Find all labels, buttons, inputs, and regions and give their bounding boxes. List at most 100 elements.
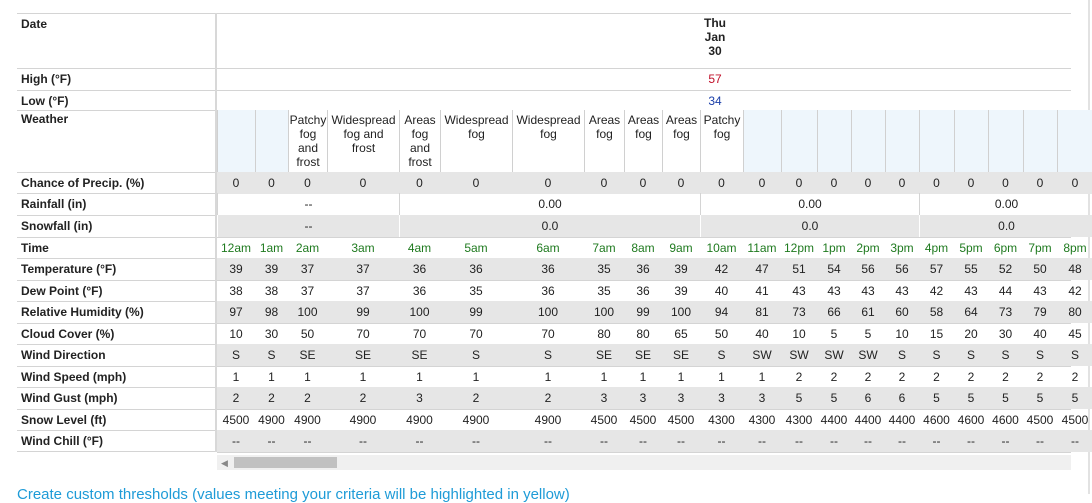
wind-direction-cell: S — [255, 344, 288, 366]
snow-level-cell: 4900 — [294, 413, 321, 427]
weather-text: and — [409, 141, 431, 155]
wind-chill-cell: -- — [624, 430, 662, 452]
day-weekday: Thu — [704, 16, 726, 30]
wind-direction-cell: S — [1023, 344, 1057, 366]
temperature-cell: 39 — [217, 258, 255, 280]
column-divider — [743, 110, 744, 172]
dew-point-cell: 37 — [356, 284, 370, 298]
temperature-cell: 55 — [954, 258, 988, 280]
wind-gust-cell: 3 — [700, 387, 743, 409]
wind-gust-cell: 2 — [327, 387, 399, 409]
weather-text: Areas — [404, 113, 436, 127]
wind-speed-cell: 1 — [304, 370, 311, 384]
humidity-cell: 98 — [255, 301, 288, 323]
cloud-cover-cell: 30 — [998, 327, 1013, 341]
wind-gust-cell: 5 — [1057, 387, 1092, 409]
rainfall-cell: -- — [217, 193, 399, 215]
wind-chill-cell: -- — [288, 430, 327, 452]
label-temperature: Temperature (°F) — [17, 258, 215, 279]
wind-direction-cell: SE — [288, 344, 327, 366]
column-divider — [327, 110, 328, 172]
scrollbar-thumb[interactable] — [234, 457, 337, 468]
precip-chance-cell: 0 — [851, 172, 885, 194]
snowfall-cell: 0.0 — [919, 215, 1092, 237]
wind-chill-cell: -- — [255, 430, 288, 452]
column-divider — [584, 110, 585, 172]
temperature-cell: 39 — [662, 258, 700, 280]
time-cell: 8am — [631, 241, 655, 255]
column-divider — [885, 110, 886, 172]
dew-point-cell: 42 — [1068, 284, 1082, 298]
day-number: 30 — [708, 44, 722, 58]
temperature-cell: 39 — [255, 258, 288, 280]
column-divider — [954, 110, 955, 172]
custom-thresholds-link[interactable]: Create custom thresholds (values meeting… — [17, 486, 570, 503]
label-rainfall: Rainfall (in) — [17, 193, 215, 214]
temperature-cell: 48 — [1057, 258, 1092, 280]
dew-point-cell: 41 — [755, 284, 769, 298]
scroll-left-icon[interactable]: ◀ — [221, 458, 228, 469]
wind-gust-cell: 2 — [255, 387, 288, 409]
column-divider — [851, 110, 852, 172]
humidity-cell: 99 — [624, 301, 662, 323]
time-cell: 9am — [669, 241, 693, 255]
temperature-cell: 57 — [919, 258, 954, 280]
cloud-cover-cell: 30 — [264, 327, 279, 341]
wind-speed-cell: 1 — [472, 370, 480, 384]
wind-gust-cell: 3 — [584, 387, 624, 409]
label-cloud-cover: Cloud Cover (%) — [17, 323, 215, 344]
wind-chill-cell: -- — [743, 430, 781, 452]
precip-chance-cell: 0 — [255, 172, 288, 194]
temperature-cell: 50 — [1023, 258, 1057, 280]
wind-chill-cell: -- — [817, 430, 851, 452]
time-cell: 5am — [464, 241, 488, 255]
wind-gust-cell: 2 — [288, 387, 327, 409]
wind-speed-cell: 2 — [795, 370, 803, 384]
wind-speed-cell: 2 — [1036, 370, 1044, 384]
cloud-cover-cell: 70 — [412, 327, 427, 341]
weather-cell — [743, 110, 781, 172]
wind-gust-cell: 5 — [817, 387, 851, 409]
wind-chill-cell: -- — [440, 430, 512, 452]
column-divider — [399, 110, 400, 172]
weather-cell — [781, 110, 817, 172]
dew-point-cell: 35 — [469, 284, 483, 298]
wind-chill-cell: -- — [954, 430, 988, 452]
weather-cell: Patchy fog and frost — [288, 110, 327, 172]
row-divider — [217, 452, 1071, 453]
humidity-cell: 100 — [399, 301, 440, 323]
humidity-cell: 99 — [327, 301, 399, 323]
snow-level-cell: 4600 — [923, 413, 950, 427]
dew-point-cell: 38 — [229, 284, 243, 298]
precip-chance-cell: 0 — [988, 172, 1023, 194]
horizontal-scrollbar[interactable]: ◀ — [217, 455, 1071, 470]
cloud-cover-cell: 65 — [674, 327, 688, 341]
cloud-cover-cell: 70 — [469, 327, 483, 341]
wind-speed-cell: 1 — [268, 370, 275, 384]
weather-text: Patchy — [289, 113, 327, 127]
temperature-cell: 51 — [781, 258, 817, 280]
wind-chill-cell: -- — [885, 430, 919, 452]
precip-chance-cell: 0 — [700, 172, 743, 194]
label-dew-point: Dew Point (°F) — [17, 280, 215, 301]
snow-level-cell: 4500 — [667, 413, 695, 427]
wind-direction-cell: SW — [781, 344, 817, 366]
wind-direction-cell: S — [885, 344, 919, 366]
wind-speed-cell: 1 — [677, 370, 685, 384]
column-divider — [662, 110, 663, 172]
weather-text: frost — [296, 155, 320, 169]
label-time: Time — [17, 237, 215, 258]
label-precip-chance: Chance of Precip. (%) — [17, 172, 215, 193]
weather-text: fog — [299, 127, 317, 141]
wind-speed-cell: 1 — [359, 370, 367, 384]
humidity-cell: 73 — [781, 301, 817, 323]
humidity-cell: 100 — [662, 301, 700, 323]
dew-point-cell: 37 — [300, 284, 315, 298]
humidity-cell: 99 — [440, 301, 512, 323]
label-weather: Weather — [17, 110, 215, 127]
label-high: High (°F) — [17, 68, 215, 89]
weather-cell: Widespread fog — [512, 110, 584, 172]
time-cell: 3pm — [890, 241, 914, 255]
cloud-cover-cell: 70 — [356, 327, 370, 341]
row-divider — [217, 68, 1071, 69]
